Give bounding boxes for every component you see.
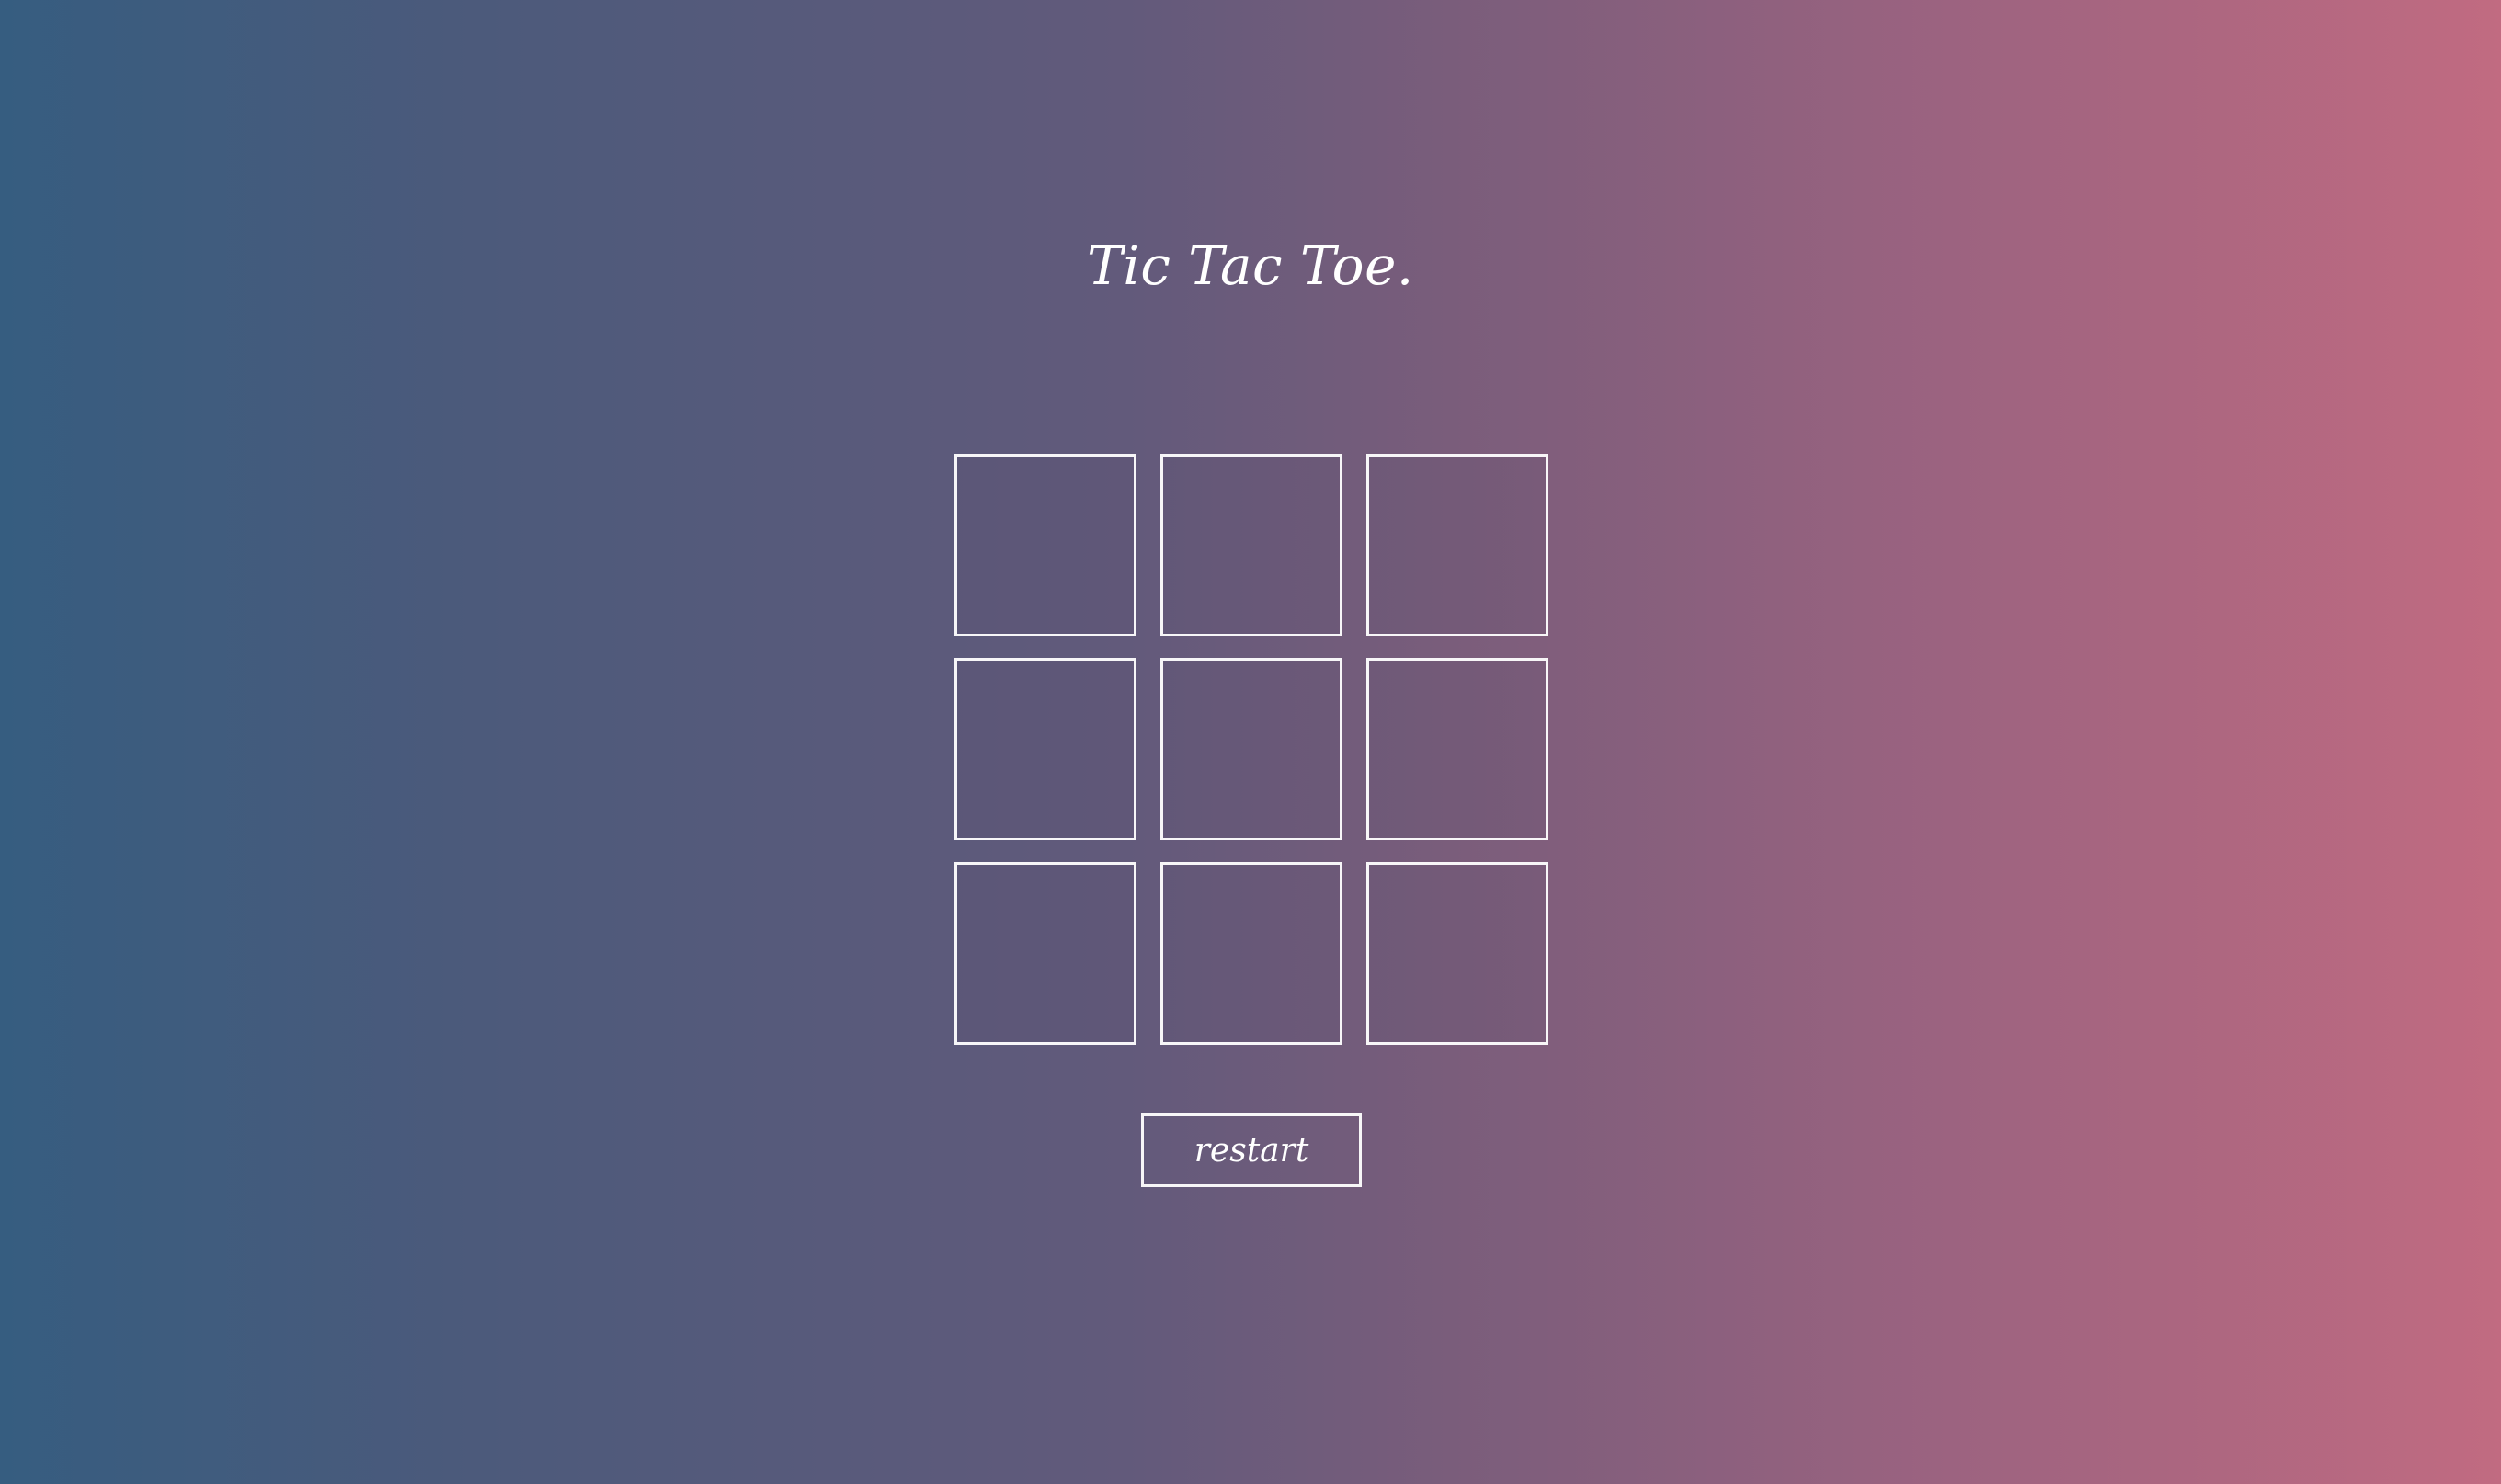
board-cell[interactable] — [1160, 862, 1342, 1045]
restart-button[interactable]: restart — [1141, 1113, 1362, 1187]
game-board — [954, 454, 1548, 1046]
board-cell[interactable] — [954, 658, 1136, 840]
board-cell[interactable] — [1160, 658, 1342, 840]
board-cell[interactable] — [1160, 454, 1342, 636]
board-cell[interactable] — [1366, 658, 1548, 840]
board-cell[interactable] — [1366, 454, 1548, 636]
page-title: Tic Tac Toe. — [1087, 234, 1414, 297]
board-cell[interactable] — [954, 454, 1136, 636]
board-cell[interactable] — [1366, 862, 1548, 1045]
board-cell[interactable] — [954, 862, 1136, 1045]
